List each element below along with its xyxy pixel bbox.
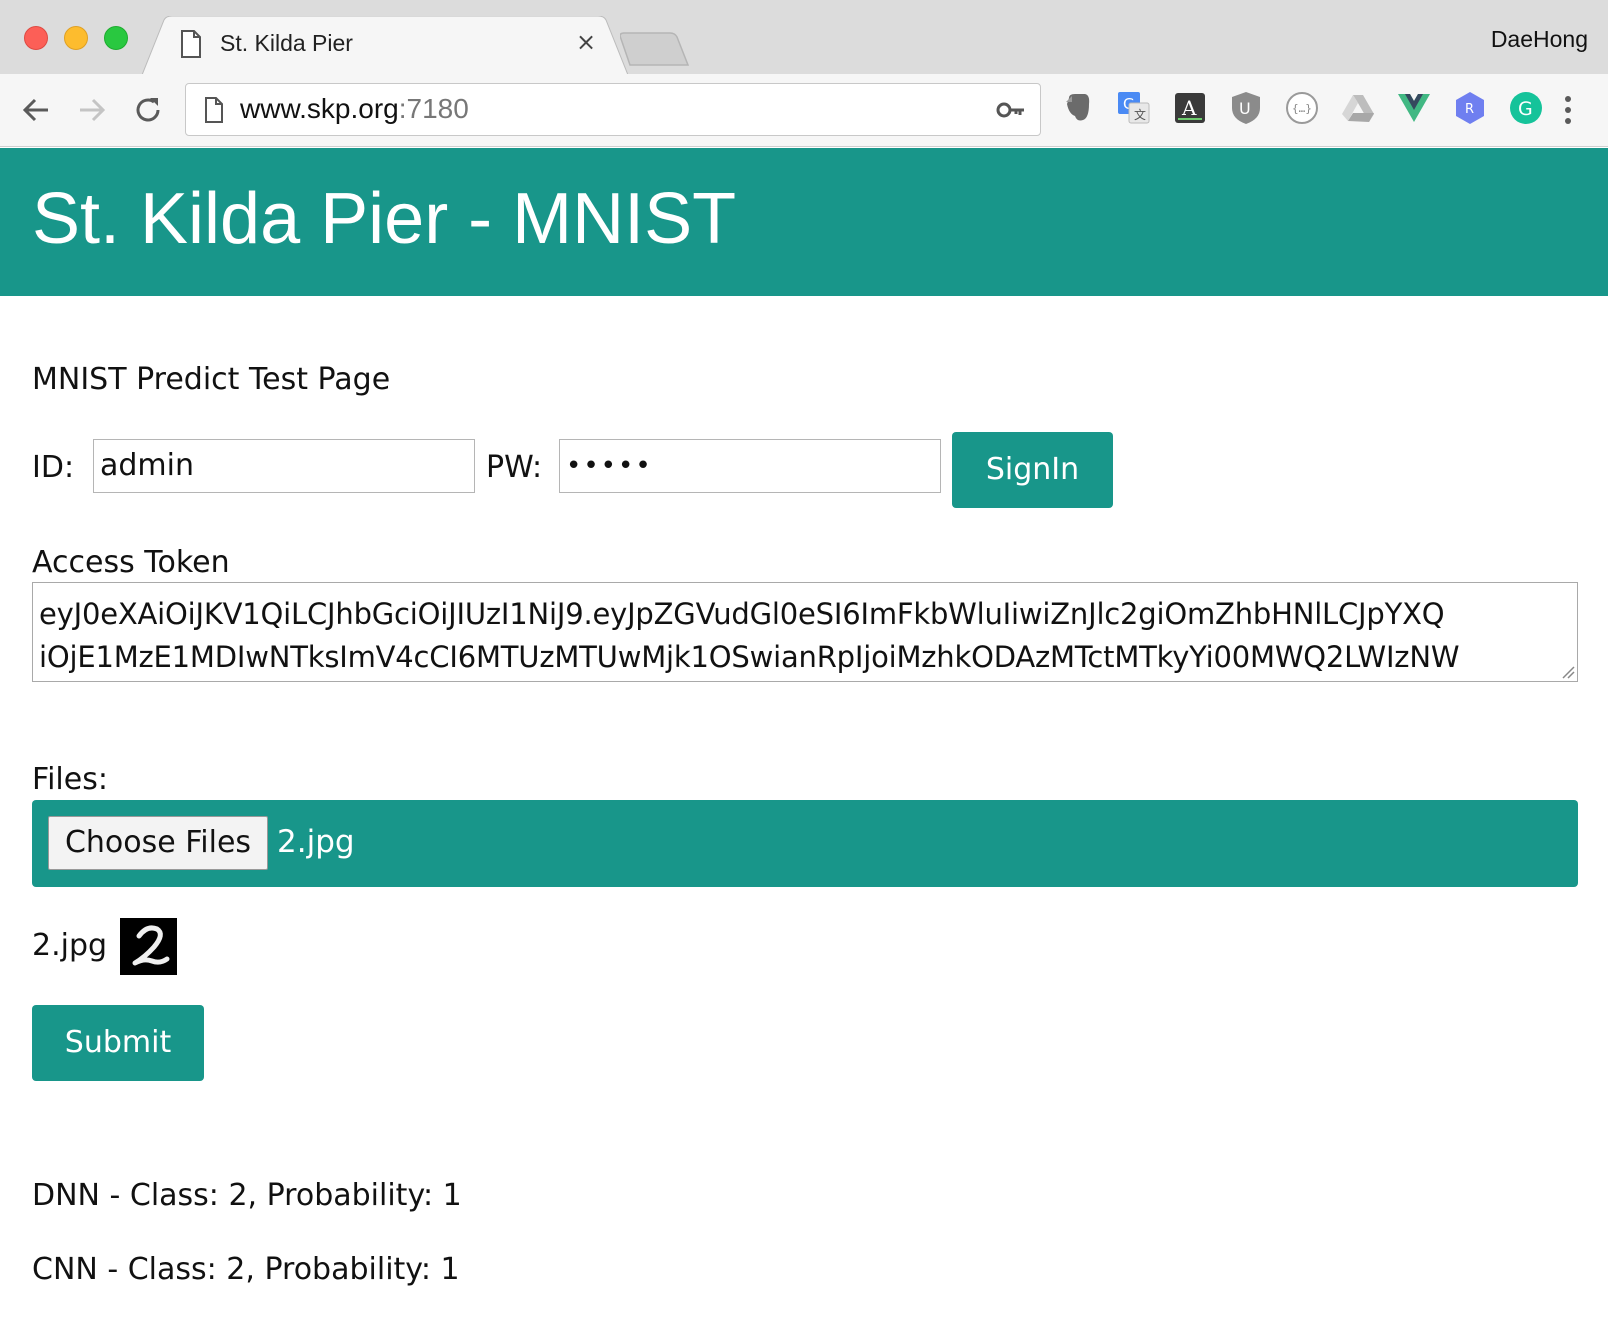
svg-text:R: R xyxy=(1465,102,1474,117)
reload-icon[interactable] xyxy=(130,92,166,128)
evernote-icon[interactable] xyxy=(1060,90,1096,126)
minimize-window-button[interactable] xyxy=(64,26,88,50)
token-line-1: eyJ0eXAiOiJKV1QiLCJhbGciOiJIUzI1NiJ9.eyJ… xyxy=(39,597,1445,631)
digit-thumbnail xyxy=(120,918,177,975)
tab-strip: St. Kilda Pier × DaeHong xyxy=(0,0,1608,75)
react-devtools-icon[interactable]: R xyxy=(1452,90,1488,126)
signin-button[interactable]: SignIn xyxy=(952,432,1113,508)
id-label: ID: xyxy=(32,450,75,485)
svg-text:文: 文 xyxy=(1134,107,1146,122)
google-translate-icon[interactable]: G文 xyxy=(1116,90,1152,126)
browser-toolbar: www.skp.org:7180 G文 A U {…} R G xyxy=(0,74,1608,147)
submit-button[interactable]: Submit xyxy=(32,1005,204,1081)
choose-files-button[interactable]: Choose Files xyxy=(48,816,268,870)
back-arrow-icon[interactable] xyxy=(18,92,54,128)
active-tab[interactable] xyxy=(142,16,628,75)
site-title: St. Kilda Pier - MNIST xyxy=(32,179,737,259)
forward-arrow-icon[interactable] xyxy=(74,92,110,128)
url-host: www.skp.org xyxy=(240,93,399,124)
google-drive-icon[interactable] xyxy=(1340,90,1376,126)
password-input[interactable]: ••••• xyxy=(559,439,941,493)
pw-label: PW: xyxy=(486,450,543,485)
svg-text:G: G xyxy=(1518,98,1533,120)
svg-text:{…}: {…} xyxy=(1292,102,1312,115)
page-heading: MNIST Predict Test Page xyxy=(32,362,391,397)
close-window-button[interactable] xyxy=(24,26,48,50)
new-tab-button[interactable] xyxy=(620,32,690,66)
dnn-result: DNN - Class: 2, Probability: 1 xyxy=(32,1178,462,1213)
url-text: www.skp.org:7180 xyxy=(240,93,469,125)
id-input[interactable]: admin xyxy=(93,439,475,493)
svg-text:A: A xyxy=(1181,96,1197,120)
tab-title: St. Kilda Pier xyxy=(220,30,353,56)
svg-text:U: U xyxy=(1239,99,1251,118)
profile-name[interactable]: DaeHong xyxy=(1491,26,1588,53)
key-icon[interactable] xyxy=(996,99,1026,121)
access-token-label: Access Token xyxy=(32,545,230,580)
file-input-bar: Choose Files 2.jpg xyxy=(32,800,1578,887)
grammarly-icon[interactable]: G xyxy=(1508,90,1544,126)
files-label: Files: xyxy=(32,762,108,797)
json-viewer-icon[interactable]: {…} xyxy=(1284,90,1320,126)
page-icon xyxy=(181,30,201,58)
token-line-2: iOjE1MzE1MDIwNTksImV4cCI6MTUzMTUwMjk1OSw… xyxy=(39,640,1460,674)
page-info-icon[interactable] xyxy=(204,97,224,123)
tab-close-icon[interactable]: × xyxy=(574,30,598,54)
address-bar[interactable]: www.skp.org:7180 xyxy=(185,83,1041,136)
access-token-textarea[interactable]: eyJ0eXAiOiJKV1QiLCJhbGciOiJIUzI1NiJ9.eyJ… xyxy=(32,582,1578,682)
site-banner: St. Kilda Pier - MNIST xyxy=(0,148,1608,296)
url-port: :7180 xyxy=(398,93,469,124)
a-dictionary-icon[interactable]: A xyxy=(1172,90,1208,126)
preview-file-name: 2.jpg xyxy=(32,928,108,963)
maximize-window-button[interactable] xyxy=(104,26,128,50)
cnn-result: CNN - Class: 2, Probability: 1 xyxy=(32,1252,460,1287)
vue-devtools-icon[interactable] xyxy=(1396,90,1432,126)
resize-grip-icon[interactable] xyxy=(1561,665,1575,679)
ublock-icon[interactable]: U xyxy=(1228,90,1264,126)
more-menu-icon[interactable] xyxy=(1560,92,1576,128)
chosen-file-name: 2.jpg xyxy=(277,824,355,860)
